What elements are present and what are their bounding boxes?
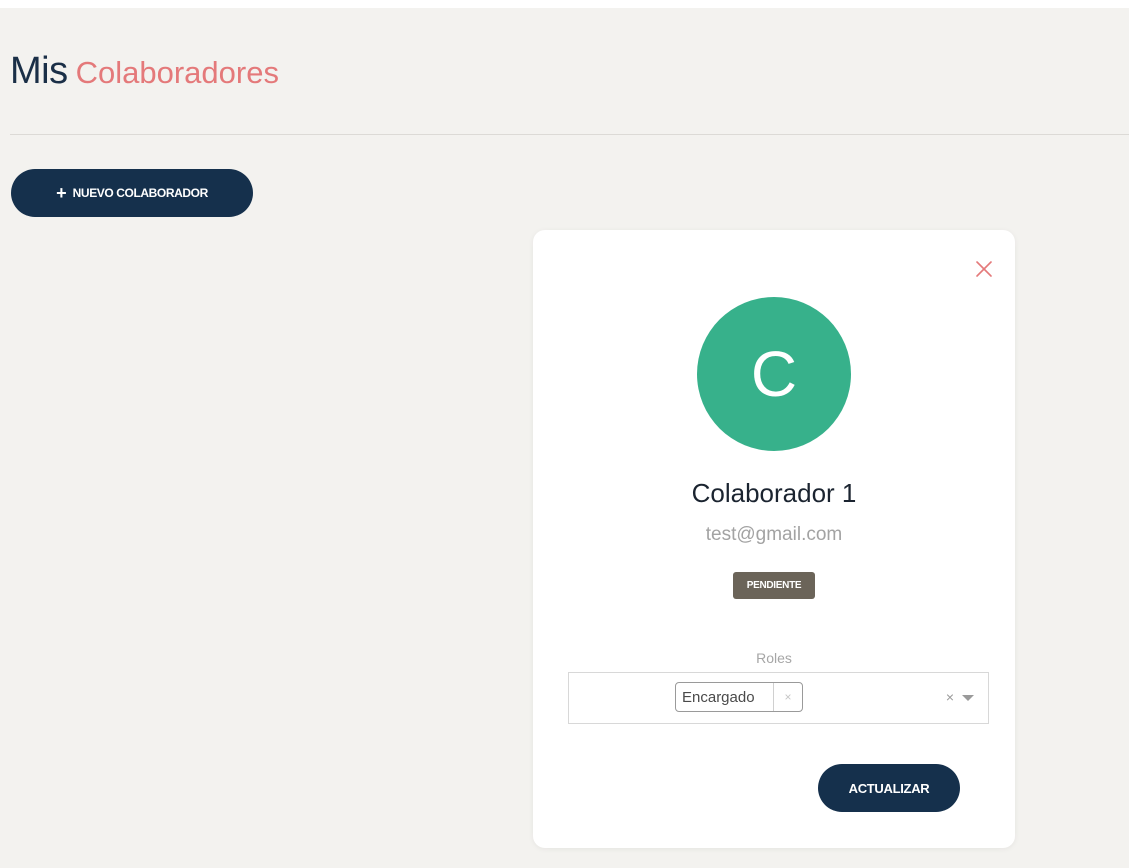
page-content: Mis Colaboradores + NUEVO COLABORADOR C C…: [0, 8, 1129, 868]
role-chip-label: Encargado: [682, 688, 755, 706]
page-title: Mis Colaboradores: [10, 52, 279, 90]
clear-selection-icon[interactable]: ×: [946, 689, 954, 705]
remove-role-icon[interactable]: ×: [773, 683, 802, 711]
close-icon[interactable]: [975, 260, 993, 278]
update-button[interactable]: ACTUALIZAR: [818, 764, 960, 812]
status-badge: PENDIENTE: [733, 572, 815, 599]
role-chip: Encargado ×: [675, 682, 803, 712]
collaborator-email: test@gmail.com: [705, 524, 843, 545]
roles-select[interactable]: Encargado × ×: [568, 672, 989, 724]
page-title-part1: Mis: [10, 50, 68, 92]
new-collaborator-button[interactable]: + NUEVO COLABORADOR: [11, 169, 253, 217]
avatar-initial: C: [750, 338, 798, 410]
collaborator-name: Colaborador 1: [691, 478, 857, 508]
header-divider: [10, 134, 1129, 135]
avatar: C: [697, 297, 851, 451]
new-collaborator-label: NUEVO COLABORADOR: [72, 186, 209, 200]
collaborator-card: C Colaborador 1 test@gmail.com PENDIENTE…: [533, 230, 1015, 848]
page-title-part2: Colaboradores: [75, 55, 279, 90]
plus-icon: +: [56, 183, 67, 203]
dropdown-caret-icon[interactable]: [962, 695, 974, 701]
roles-label: Roles: [756, 650, 792, 666]
